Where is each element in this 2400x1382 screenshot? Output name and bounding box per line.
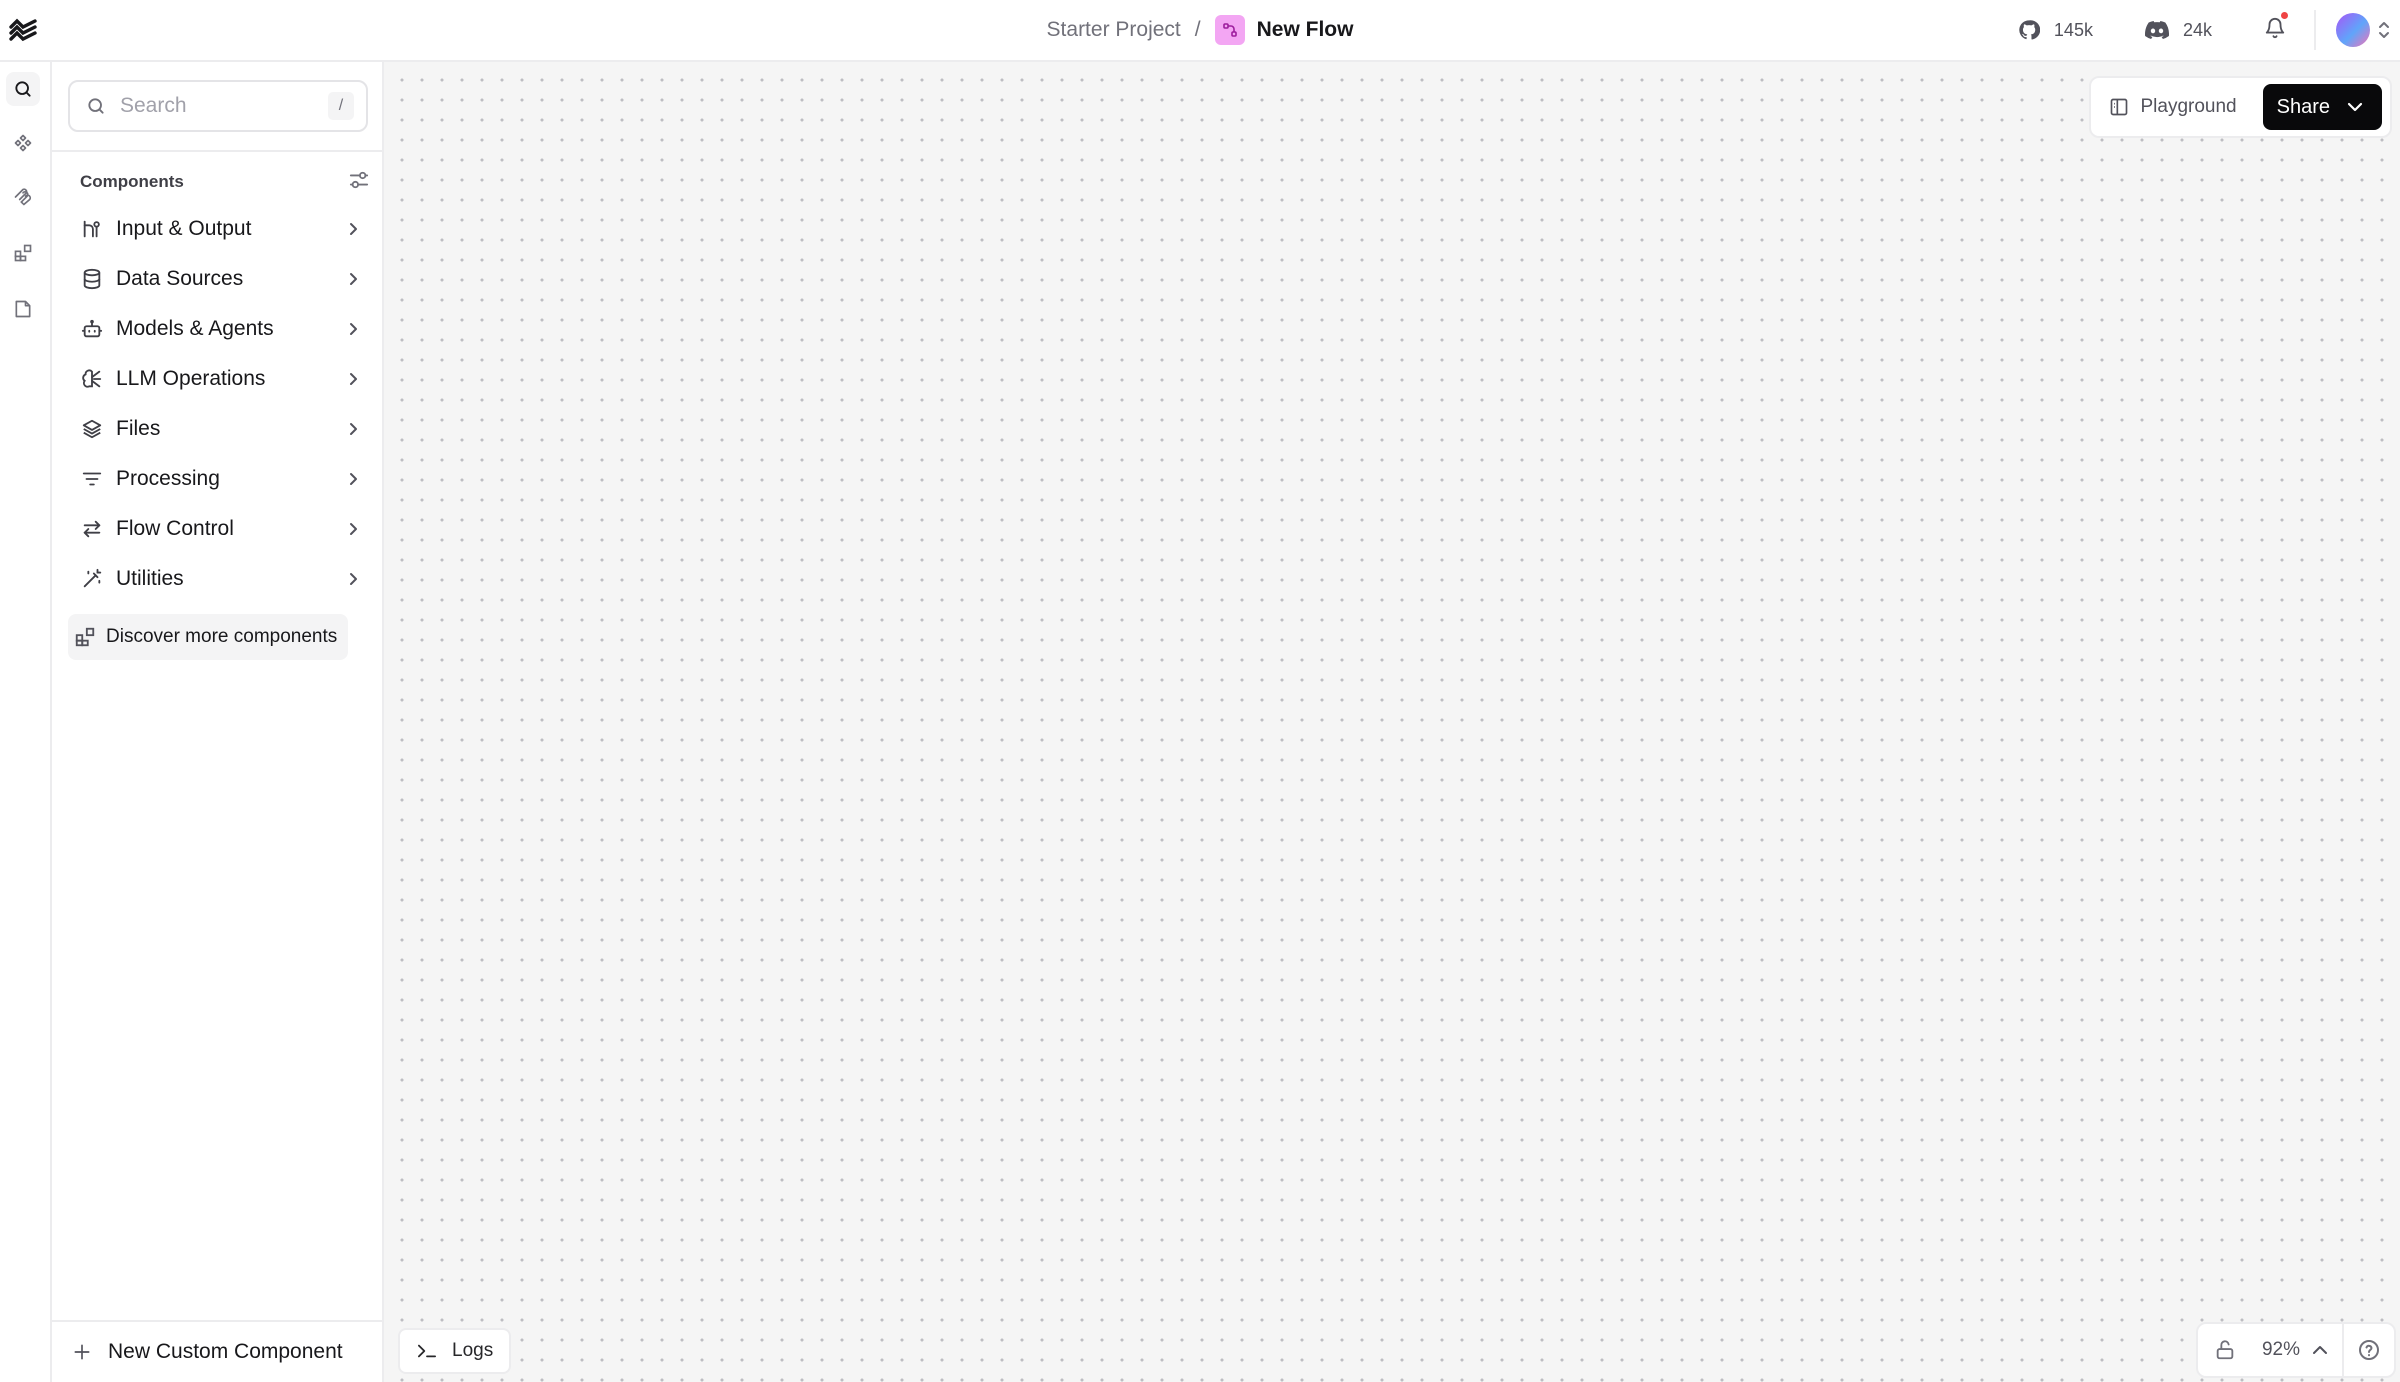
discord-link[interactable]: 24k xyxy=(2144,19,2212,41)
bundles-icon xyxy=(14,244,32,262)
chevron-right-icon xyxy=(346,221,360,237)
components-icon xyxy=(14,134,32,152)
category-processing[interactable]: Processing xyxy=(68,454,372,504)
chevron-right-icon xyxy=(346,571,360,587)
category-label: LLM Operations xyxy=(116,367,266,390)
rail-mcp-button[interactable] xyxy=(6,180,40,214)
github-stars-count: 145k xyxy=(2053,19,2093,40)
chevron-right-icon xyxy=(346,321,360,337)
panel-icon xyxy=(2110,98,2127,116)
help-button[interactable] xyxy=(2344,1324,2394,1376)
arrows-icon xyxy=(80,517,104,541)
flow-name[interactable]: New Flow xyxy=(1257,18,1354,42)
settings-sliders-icon xyxy=(349,171,369,188)
chevron-right-icon xyxy=(346,271,360,287)
category-files[interactable]: Files xyxy=(68,404,372,454)
bot-icon xyxy=(80,317,104,341)
category-list: Input & Output Data Sources Models & Age… xyxy=(68,204,372,604)
chevron-right-icon xyxy=(346,371,360,387)
filter-settings-button[interactable] xyxy=(348,170,370,195)
logs-label: Logs xyxy=(452,1340,494,1361)
playground-button[interactable]: Playground xyxy=(2109,96,2237,118)
bell-icon xyxy=(2265,17,2285,38)
chevron-right-icon xyxy=(346,471,360,487)
terminal-icon xyxy=(418,1344,436,1358)
chevron-up-down-icon xyxy=(2379,22,2389,38)
github-stars-link[interactable]: 145k xyxy=(2018,19,2093,41)
input-output-icon xyxy=(80,217,104,241)
search-placeholder: Search xyxy=(120,94,187,117)
flow-canvas[interactable]: Playground Share Logs 92% xyxy=(384,62,2400,1382)
unlock-icon xyxy=(2216,1340,2234,1360)
zoom-menu-button[interactable]: 92% xyxy=(2252,1324,2342,1376)
rail-components-button[interactable] xyxy=(6,126,40,160)
category-label: Flow Control xyxy=(116,517,234,540)
category-models-agents[interactable]: Models & Agents xyxy=(68,304,372,354)
chevron-right-icon xyxy=(346,521,360,537)
category-label: Processing xyxy=(116,467,220,490)
new-custom-component-label: New Custom Component xyxy=(108,1340,343,1363)
bundles-icon xyxy=(75,627,95,647)
category-label: Input & Output xyxy=(116,217,252,240)
new-custom-component-button[interactable]: New Custom Component xyxy=(52,1320,384,1382)
category-label: Models & Agents xyxy=(116,317,274,340)
search-icon xyxy=(88,98,104,114)
share-label: Share xyxy=(2276,95,2330,118)
logs-button[interactable]: Logs xyxy=(398,1328,512,1374)
category-input-output[interactable]: Input & Output xyxy=(68,204,372,254)
mcp-icon xyxy=(14,188,32,206)
flow-icon xyxy=(1214,15,1245,45)
canvas-controls: 92% xyxy=(2195,1322,2396,1378)
breadcrumb-separator: / xyxy=(1194,18,1201,41)
discover-label: Discover more components xyxy=(106,626,338,647)
components-sidebar: Search / Components Input & Output Data … xyxy=(52,62,384,1382)
plus-icon xyxy=(74,1344,90,1360)
left-rail xyxy=(0,62,52,1382)
database-icon xyxy=(80,267,104,291)
category-flow-control[interactable]: Flow Control xyxy=(68,504,372,554)
layers-icon xyxy=(80,417,104,441)
category-label: Files xyxy=(116,417,161,440)
discover-more-components-button[interactable]: Discover more components xyxy=(68,614,348,660)
zoom-level: 92% xyxy=(2261,1339,2300,1360)
rail-search-button[interactable] xyxy=(6,72,40,106)
rail-bundles-button[interactable] xyxy=(6,236,40,270)
user-menu-button[interactable] xyxy=(2314,10,2390,50)
filter-icon xyxy=(80,467,104,491)
breadcrumb-project[interactable]: Starter Project xyxy=(1047,18,1181,42)
category-llm-operations[interactable]: LLM Operations xyxy=(68,354,372,404)
share-button[interactable]: Share xyxy=(2262,84,2382,130)
divider xyxy=(52,150,384,152)
top-bar: Starter Project / New Flow 145k 24k xyxy=(0,0,2400,62)
wand-icon xyxy=(80,567,104,591)
search-icon xyxy=(15,81,31,97)
github-icon xyxy=(2019,20,2040,40)
lock-button[interactable] xyxy=(2198,1324,2252,1376)
components-title: Components xyxy=(80,172,184,191)
avatar xyxy=(2336,13,2370,47)
category-label: Utilities xyxy=(116,567,184,590)
brain-icon xyxy=(80,367,104,391)
canvas-toolbar: Playground Share xyxy=(2088,76,2392,138)
category-utilities[interactable]: Utilities xyxy=(68,554,372,604)
playground-label: Playground xyxy=(2140,96,2237,117)
discord-members-count: 24k xyxy=(2182,19,2212,40)
chevron-up-icon xyxy=(2313,1346,2327,1354)
notes-icon xyxy=(15,300,31,318)
notification-dot xyxy=(2281,11,2288,19)
rail-notes-button[interactable] xyxy=(6,292,40,326)
category-data-sources[interactable]: Data Sources xyxy=(68,254,372,304)
notifications-button[interactable] xyxy=(2264,11,2288,45)
discord-icon xyxy=(2144,21,2169,39)
chevron-down-icon xyxy=(2347,102,2363,112)
search-shortcut: / xyxy=(328,92,354,120)
chevron-right-icon xyxy=(346,421,360,437)
category-label: Data Sources xyxy=(116,267,244,290)
help-circle-icon xyxy=(2359,1340,2379,1360)
search-input[interactable]: Search / xyxy=(68,80,368,132)
